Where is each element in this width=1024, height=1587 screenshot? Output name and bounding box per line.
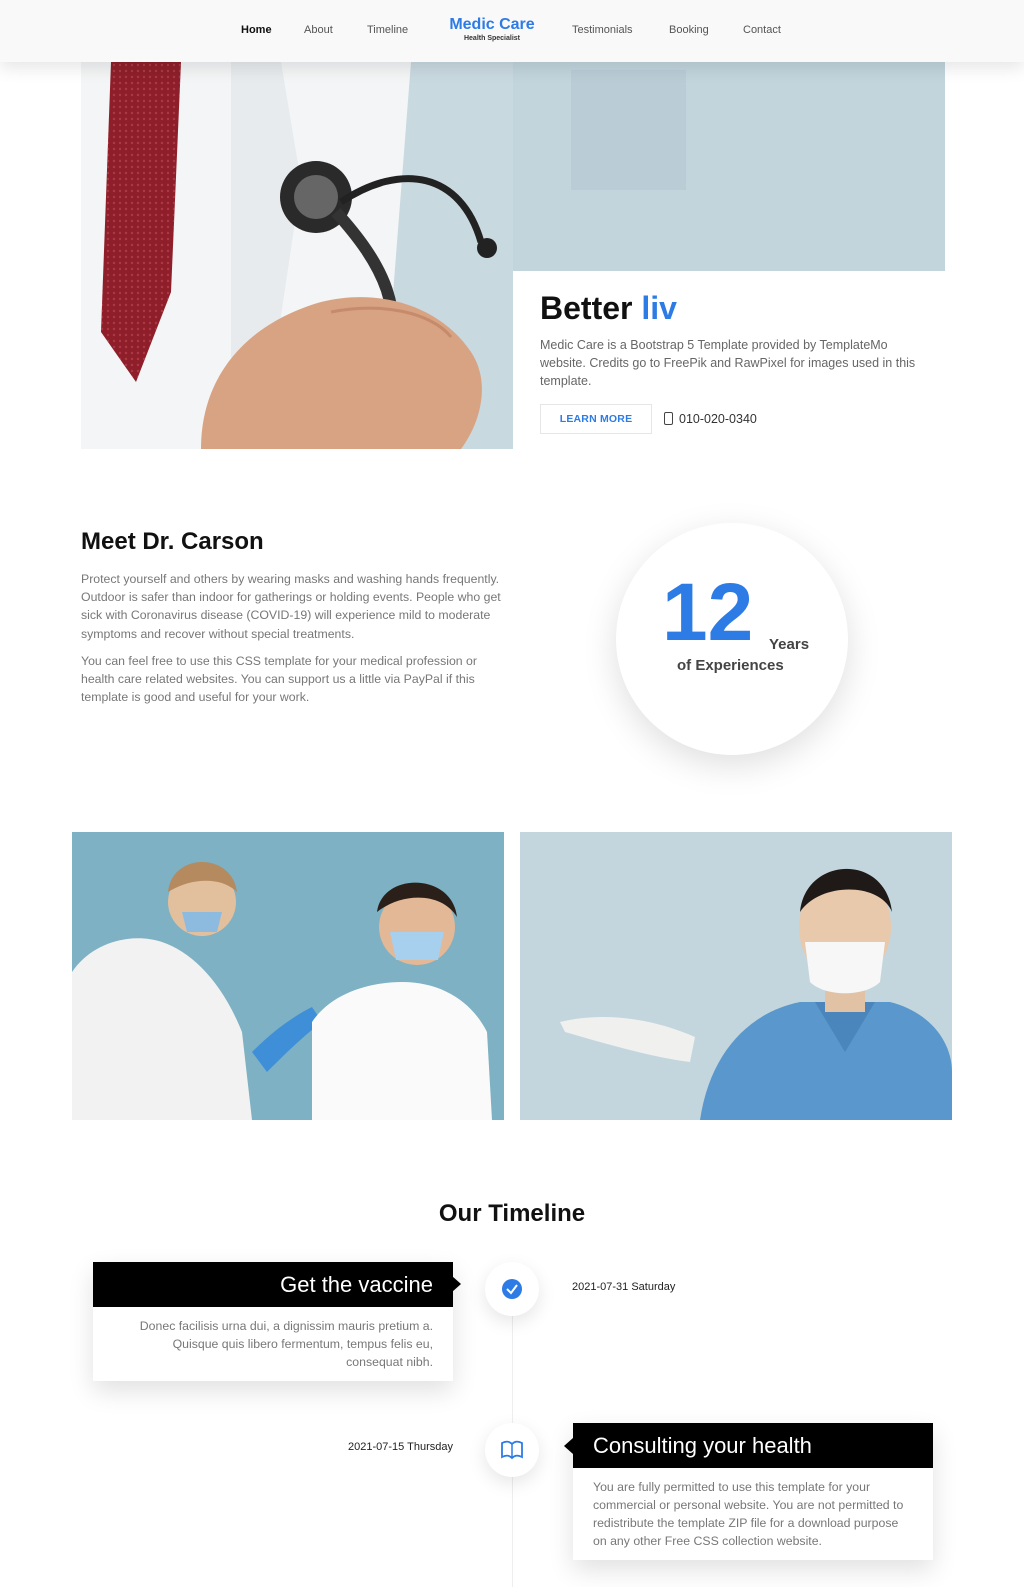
book-icon	[501, 1440, 523, 1460]
nav-testimonials-link[interactable]: Testimonials	[572, 24, 633, 36]
timeline-card-2-title: Consulting your health	[573, 1423, 933, 1468]
years-number: 12	[662, 567, 754, 658]
nav-home-link[interactable]: Home	[241, 24, 272, 36]
timeline-card-2-pointer	[564, 1438, 573, 1454]
hero-doctor-image	[81, 62, 513, 449]
timeline-date-1: 2021-07-31 Saturday	[572, 1281, 676, 1293]
hero-background-art	[513, 62, 945, 271]
timeline-card-1-title: Get the vaccine	[93, 1262, 453, 1307]
years-label: Years	[769, 636, 810, 653]
navbar: Home About Timeline Medic Care Health Sp…	[0, 0, 1024, 62]
brand-name: Medic Care	[449, 16, 535, 33]
timeline-date-2: 2021-07-15 Thursday	[348, 1441, 453, 1453]
years-subtitle: of Experiences	[677, 657, 784, 674]
timeline-card-1-text: Donec facilisis urna dui, a dignissim ma…	[139, 1319, 433, 1369]
timeline-card-2-text: You are fully permitted to use this temp…	[593, 1480, 904, 1548]
timeline-card-1-pointer	[452, 1276, 461, 1292]
hero-title-typed: liv	[641, 290, 677, 326]
check-badge-icon	[502, 1279, 522, 1299]
gallery-image-vaccination	[72, 832, 504, 1120]
nav-about-link[interactable]: About	[304, 24, 333, 36]
brand-subtitle: Health Specialist	[463, 35, 521, 42]
phone-icon	[664, 412, 673, 425]
timeline-icon-1	[485, 1262, 539, 1316]
timeline-card-2: Consulting your health You are fully per…	[573, 1423, 933, 1560]
phone-number: 010-020-0340	[679, 412, 757, 426]
learn-more-button[interactable]: LEARN MORE	[540, 404, 652, 434]
hero-description: Medic Care is a Bootstrap 5 Template pro…	[540, 338, 916, 388]
timeline-icon-2	[485, 1423, 539, 1477]
timeline-title: Our Timeline	[438, 1200, 586, 1227]
about-paragraph-2: You can feel free to use this CSS templa…	[81, 654, 477, 705]
hero-title-static: Better	[540, 290, 633, 326]
nav-contact-link[interactable]: Contact	[743, 24, 781, 36]
timeline-card-1: Get the vaccine Donec facilisis urna dui…	[93, 1262, 453, 1381]
hero-title: Better liv	[540, 290, 677, 327]
about-title: Meet Dr. Carson	[81, 528, 264, 555]
nav-timeline-link[interactable]: Timeline	[367, 24, 408, 36]
gallery-image-nurse	[520, 832, 952, 1120]
hero-phone[interactable]: 010-020-0340	[664, 412, 757, 426]
brand-logo[interactable]: Medic Care Health Specialist	[436, 16, 548, 44]
about-paragraph-1: Protect yourself and others by wearing m…	[81, 572, 501, 641]
hero-background	[513, 62, 945, 271]
nav-booking-link[interactable]: Booking	[669, 24, 709, 36]
